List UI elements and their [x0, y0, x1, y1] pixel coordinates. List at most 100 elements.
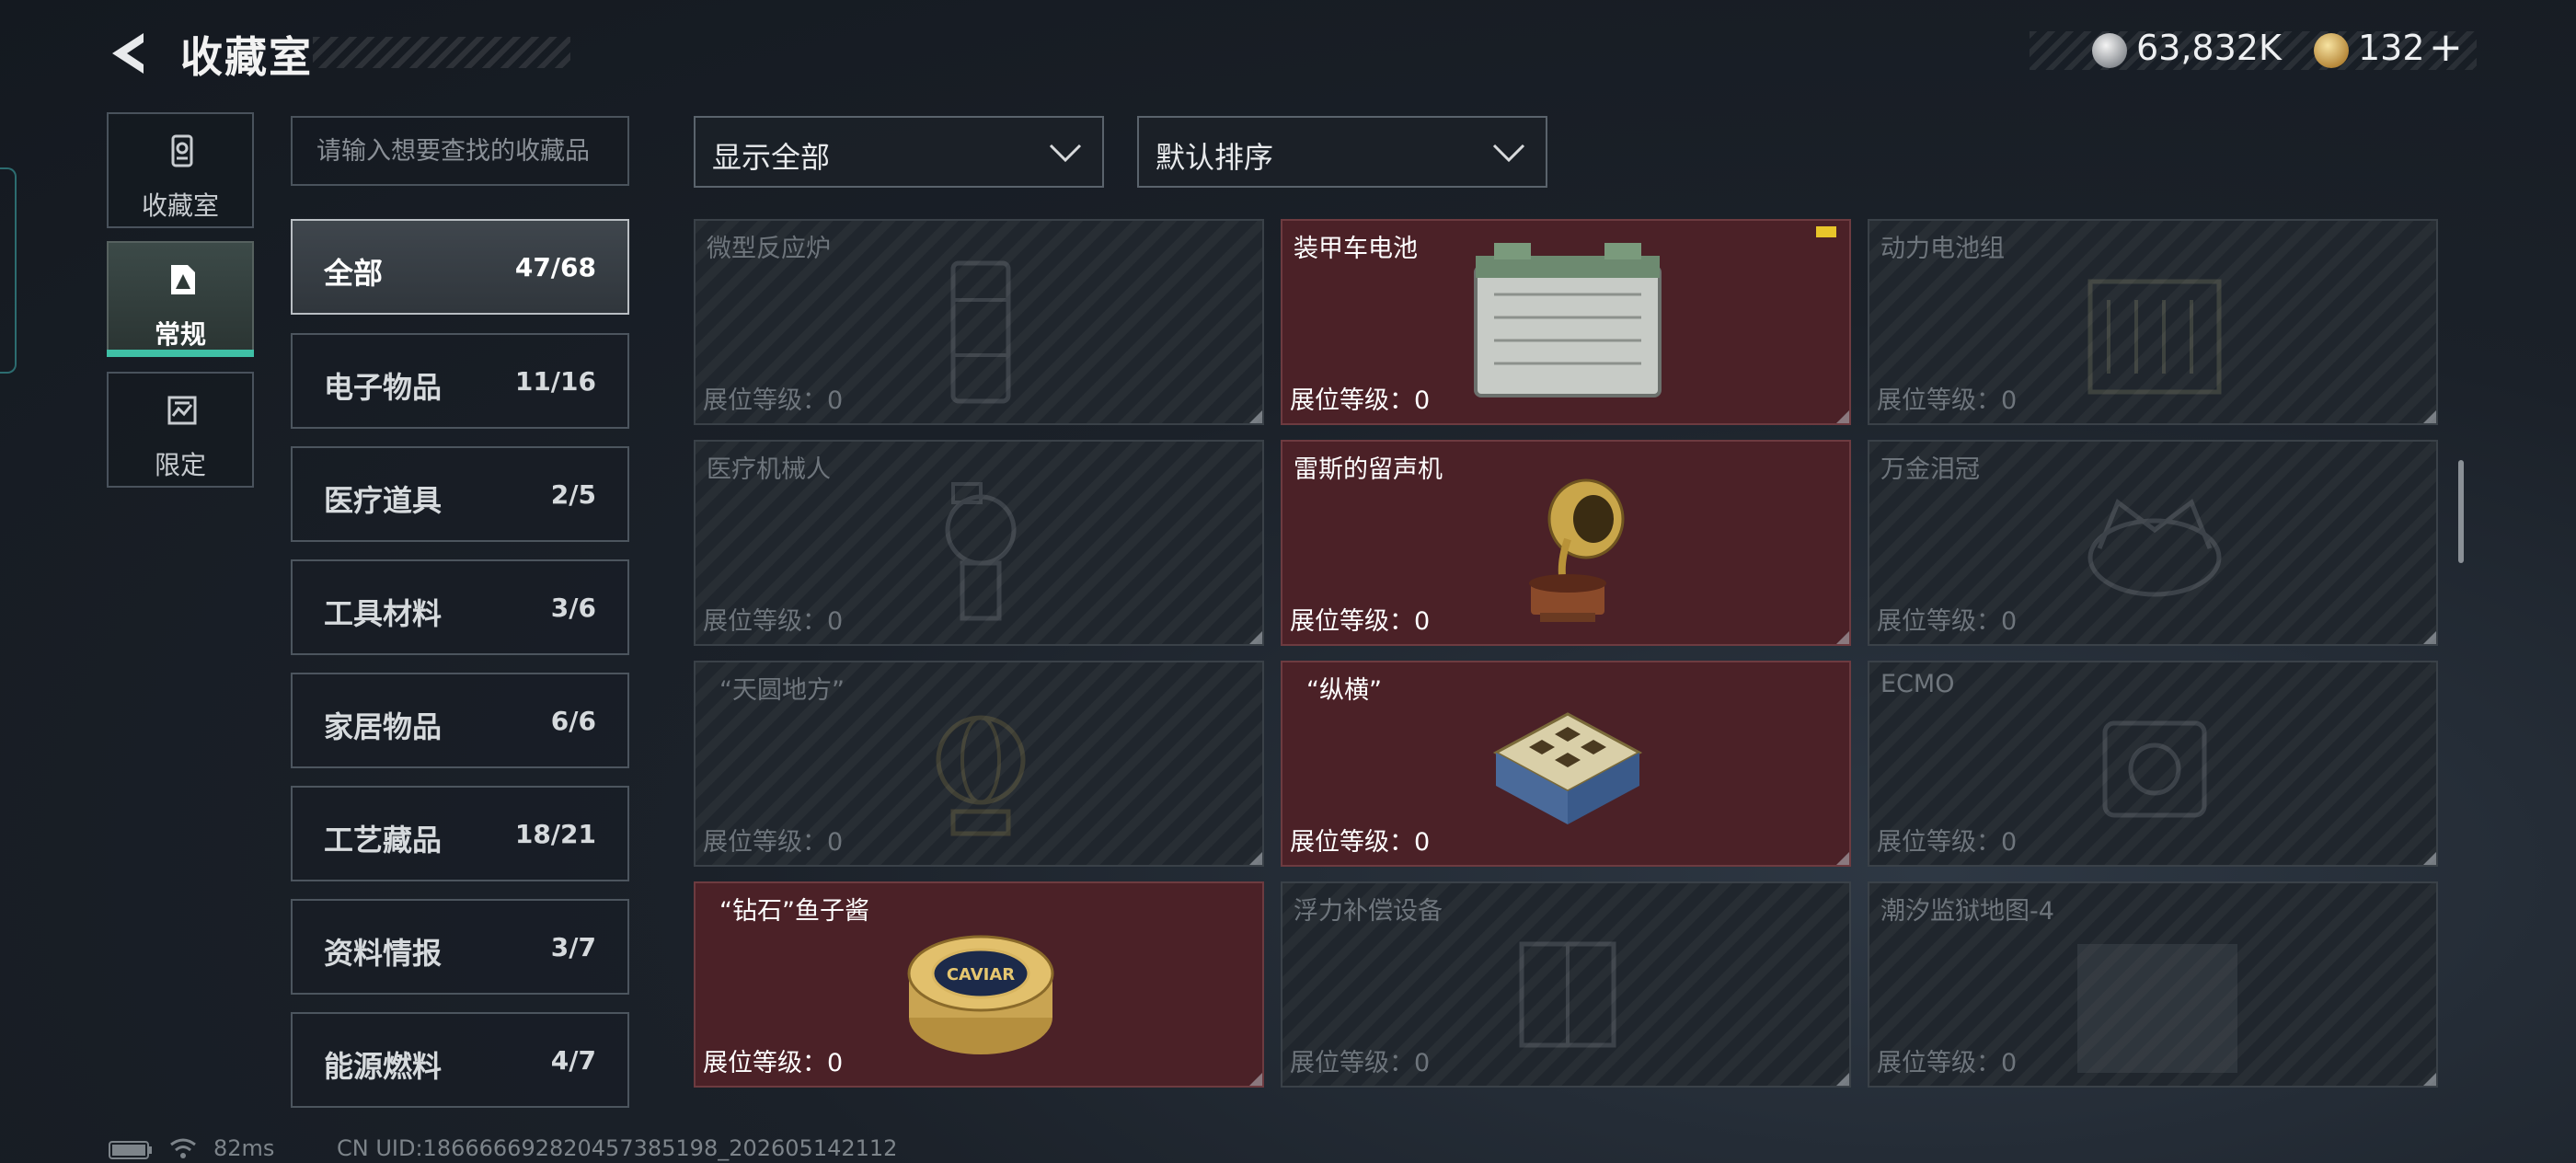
add-currency-button[interactable]: + — [2429, 24, 2463, 71]
item-card-tianyuan-difang[interactable]: “天圆地方” 展位等级：0 — [694, 661, 1264, 867]
grid-scrollbar[interactable] — [2458, 460, 2464, 563]
category-count: 6/6 — [550, 706, 596, 736]
item-name: 潮汐监狱地图-4 — [1880, 897, 2054, 926]
card-corner — [1836, 410, 1849, 423]
card-corner — [1836, 631, 1849, 644]
item-level: 展位等级：0 — [1290, 1049, 1431, 1077]
category-name: 能源燃料 — [324, 1049, 443, 1084]
item-card-armored-battery[interactable]: 装甲车电池 展位等级：0 — [1281, 219, 1851, 425]
item-card-crown[interactable]: 万金泪冠 展位等级：0 — [1868, 440, 2438, 646]
side-drawer-handle[interactable] — [0, 167, 17, 374]
card-corner — [1249, 631, 1262, 644]
buoyancy-device-icon — [1519, 941, 1616, 1048]
category-all[interactable]: 全部 47/68 — [291, 219, 629, 315]
caviar-label-text: CAVIAR — [947, 965, 1015, 985]
card-corner — [2423, 1073, 2436, 1086]
card-corner — [1836, 1073, 1849, 1086]
item-card-medical-robot[interactable]: 医疗机械人 展位等级：0 — [694, 440, 1264, 646]
item-card-diamond-caviar[interactable]: “钻石”鱼子酱 CAVIAR 展位等级：0 — [694, 881, 1264, 1088]
caviar-tin-icon: CAVIAR — [907, 935, 1054, 1054]
card-corner — [1249, 852, 1262, 865]
chevron-down-icon — [1492, 144, 1525, 163]
search-box[interactable] — [291, 116, 629, 186]
item-level: 展位等级：0 — [1290, 828, 1431, 857]
category-electronics[interactable]: 电子物品 11/16 — [291, 333, 629, 429]
category-medical[interactable]: 医疗道具 2/5 — [291, 446, 629, 542]
user-uid: CN UID:186666692820457385198_20260514211… — [337, 1135, 898, 1161]
battery-item-icon — [1474, 243, 1662, 397]
tab-collection-room[interactable]: 收藏室 — [107, 112, 254, 228]
category-count: 11/16 — [514, 366, 596, 397]
item-name: ECMO — [1880, 670, 1955, 698]
item-name: 雷斯的留声机 — [1294, 455, 1443, 484]
tab-regular-label: 常规 — [154, 319, 206, 350]
item-card-buoyancy-device[interactable]: 浮力补偿设备 展位等级：0 — [1281, 881, 1851, 1088]
power-battery-icon — [2087, 279, 2222, 395]
back-arrow-icon[interactable] — [103, 28, 155, 79]
item-card-prison-map[interactable]: 潮汐监狱地图-4 展位等级：0 — [1868, 881, 2438, 1088]
item-card-zongheng[interactable]: “纵横” 展位等级：0 — [1281, 661, 1851, 867]
category-count: 4/7 — [550, 1045, 596, 1076]
category-name: 工具材料 — [324, 596, 443, 631]
chessboard-icon — [1492, 712, 1643, 824]
item-name: “天圆地方” — [719, 676, 845, 705]
page-title: 收藏室 — [180, 32, 313, 82]
sort-dropdown[interactable]: 默认排序 — [1137, 116, 1547, 188]
card-corner — [1249, 1073, 1262, 1086]
item-name: 医疗机械人 — [707, 455, 831, 484]
category-name: 电子物品 — [324, 370, 443, 405]
category-name: 全部 — [324, 256, 384, 291]
item-level: 展位等级：0 — [1877, 1049, 2018, 1077]
item-level: 展位等级：0 — [1877, 607, 2018, 636]
category-name: 资料情报 — [324, 936, 443, 971]
chevron-down-icon — [1049, 144, 1082, 163]
search-input[interactable] — [293, 118, 627, 184]
item-level: 展位等级：0 — [703, 607, 844, 636]
battery-icon — [109, 1141, 152, 1159]
item-level: 展位等级：0 — [1877, 828, 2018, 857]
category-count: 47/68 — [514, 252, 596, 282]
category-household[interactable]: 家居物品 6/6 — [291, 673, 629, 768]
tab-limited[interactable]: 限定 — [107, 372, 254, 488]
sort-value: 默认排序 — [1156, 140, 1274, 175]
item-name: 万金泪冠 — [1880, 455, 1980, 484]
card-corner — [1249, 410, 1262, 423]
category-crafts[interactable]: 工艺藏品 18/21 — [291, 786, 629, 881]
silver-coin-icon — [2092, 33, 2127, 68]
reactor-icon — [950, 260, 1011, 404]
ping-readout: 82ms — [213, 1135, 275, 1161]
display-filter-value: 显示全部 — [712, 140, 831, 175]
item-card-power-battery[interactable]: 动力电池组 展位等级：0 — [1868, 219, 2438, 425]
category-count: 18/21 — [514, 819, 596, 849]
active-tab-indicator — [107, 350, 254, 357]
crown-icon — [2087, 499, 2222, 597]
gold-currency-value: 132 — [2358, 28, 2425, 68]
card-corner — [2423, 852, 2436, 865]
tab-limited-label: 限定 — [154, 450, 206, 480]
item-card-micro-reactor[interactable]: 微型反应炉 展位等级：0 — [694, 219, 1264, 425]
category-energy[interactable]: 能源燃料 4/7 — [291, 1012, 629, 1108]
new-badge — [1816, 226, 1836, 237]
category-name: 工艺藏品 — [324, 823, 443, 858]
category-count: 3/7 — [550, 932, 596, 962]
category-name: 医疗道具 — [324, 483, 443, 518]
tab-collection-room-label: 收藏室 — [141, 190, 219, 221]
item-name: “纵横” — [1306, 676, 1382, 705]
item-level: 展位等级：0 — [1290, 607, 1431, 636]
item-level: 展位等级：0 — [703, 1049, 844, 1077]
gramophone-icon — [1529, 478, 1625, 622]
card-corner — [1836, 852, 1849, 865]
category-tools[interactable]: 工具材料 3/6 — [291, 559, 629, 655]
category-count: 2/5 — [550, 479, 596, 510]
item-level: 展位等级：0 — [1877, 386, 2018, 415]
title-decoration — [313, 37, 570, 68]
display-filter-dropdown[interactable]: 显示全部 — [694, 116, 1104, 188]
collection-grid: 微型反应炉 展位等级：0 装甲车电池 展位等级：0 动力电池组 展位等级：0 医… — [694, 219, 2442, 1110]
category-intel[interactable]: 资料情报 3/7 — [291, 899, 629, 995]
item-card-gramophone[interactable]: 雷斯的留声机 展位等级：0 — [1281, 440, 1851, 646]
limited-icon — [167, 396, 197, 425]
tab-regular[interactable]: 常规 — [107, 241, 254, 357]
ecmo-icon — [2102, 720, 2207, 818]
item-card-ecmo[interactable]: ECMO 展位等级：0 — [1868, 661, 2438, 867]
category-name: 家居物品 — [324, 709, 443, 744]
